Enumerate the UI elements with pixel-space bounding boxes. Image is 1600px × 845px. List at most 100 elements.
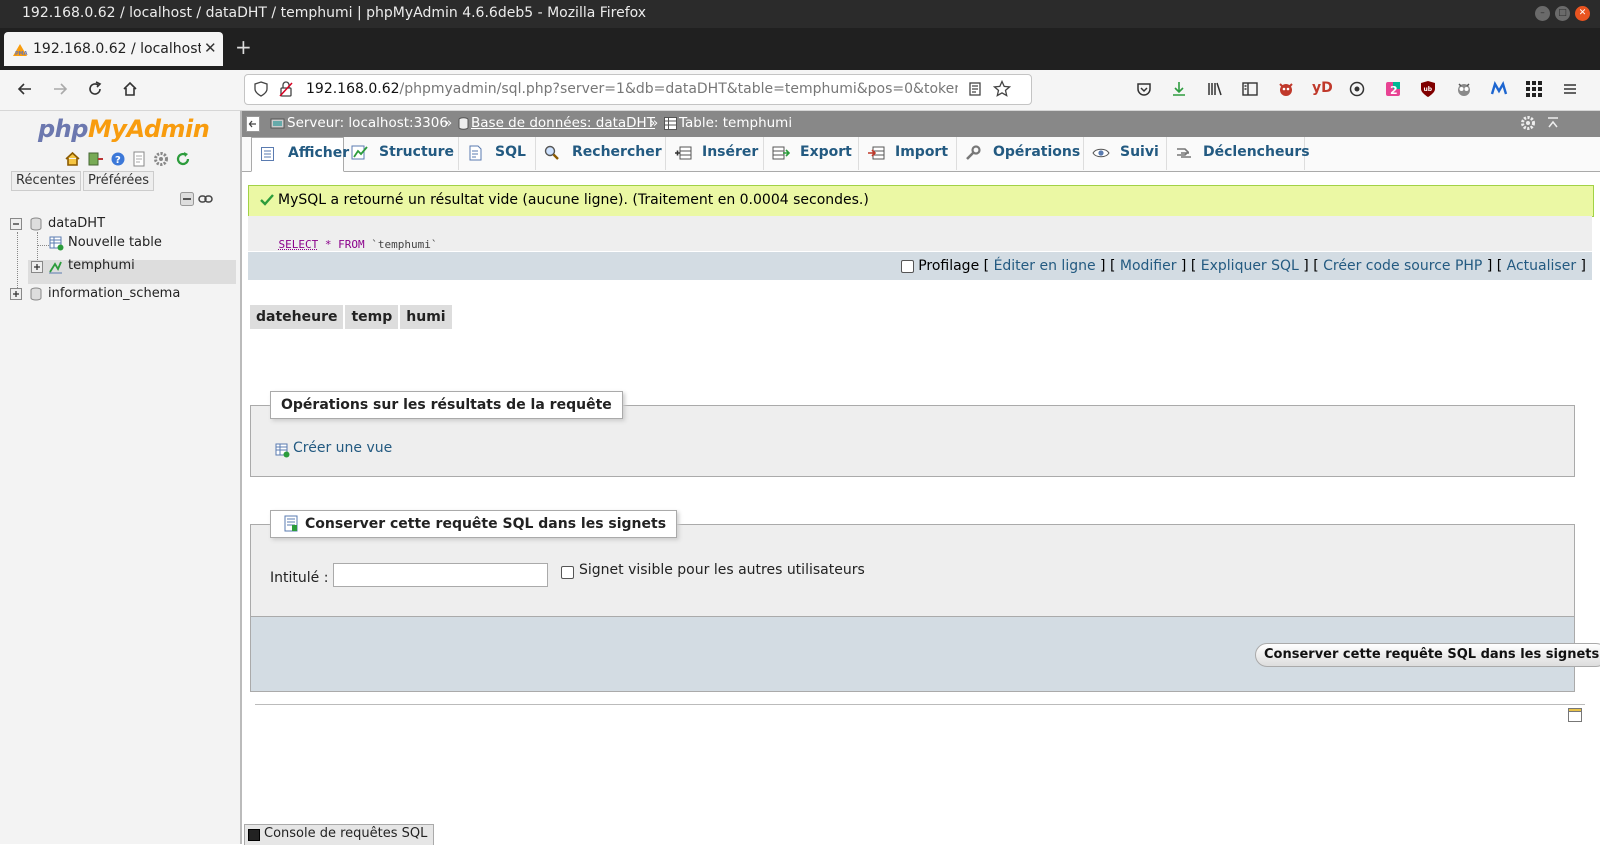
tab-operations[interactable]: Opérations <box>957 137 1084 170</box>
svg-text:ub: ub <box>1424 86 1433 93</box>
tab-inserer[interactable]: Insérer <box>666 137 764 170</box>
yd-extension-icon[interactable]: yD <box>1312 80 1333 96</box>
new-tab-icon[interactable]: + <box>235 35 252 59</box>
main-tabs: Afficher Structure SQL Rechercher Insére… <box>242 137 1600 172</box>
tab-export[interactable]: Export <box>764 137 859 170</box>
database-icon <box>458 117 469 130</box>
structure-icon <box>351 145 369 161</box>
browser-tab[interactable]: PMA 192.168.0.62 / localhost / dataDHT /… <box>4 32 223 66</box>
print-view-icon[interactable] <box>1568 708 1582 722</box>
minimize-icon[interactable]: – <box>1535 6 1550 21</box>
results-table: dateheure temp humi <box>248 305 452 329</box>
tab-afficher[interactable]: Afficher <box>251 137 344 172</box>
extension-circle-icon[interactable] <box>1348 80 1366 98</box>
tab-title: 192.168.0.62 / localhost / dataDHT / tem… <box>33 41 201 57</box>
tab-declencheurs[interactable]: Déclencheurs <box>1167 137 1305 170</box>
breadcrumb-table[interactable]: Table: temphumi <box>679 115 792 131</box>
hamburger-menu-icon[interactable] <box>1561 80 1579 98</box>
forward-icon[interactable] <box>51 80 69 98</box>
collapse-panel-arrow-icon[interactable] <box>246 116 260 132</box>
tab-label: Structure <box>379 144 454 160</box>
maximize-icon[interactable]: □ <box>1555 6 1570 21</box>
logo-php: php <box>38 115 88 143</box>
reload-icon[interactable] <box>86 80 104 98</box>
browser-tabbar: PMA 192.168.0.62 / localhost / dataDHT /… <box>0 28 1600 70</box>
logout-icon[interactable] <box>87 151 104 167</box>
bookmark-label-input[interactable] <box>333 563 548 587</box>
documentation-icon[interactable] <box>132 151 146 167</box>
edit-inline-link[interactable]: Éditer en ligne <box>994 258 1096 274</box>
sql-keyword-from: * FROM <box>318 238 371 251</box>
reader-view-icon[interactable] <box>967 81 983 97</box>
collapse-db-icon[interactable] <box>10 218 22 230</box>
sql-keyword-select[interactable]: SELECT <box>279 238 319 251</box>
table-structure-icon[interactable] <box>48 260 63 274</box>
collapse-all-icon[interactable] <box>180 192 194 206</box>
tab-import[interactable]: Import <box>859 137 957 170</box>
bookmark-visible-checkbox[interactable] <box>561 566 574 579</box>
bookmark-star-icon[interactable] <box>993 80 1011 98</box>
home-icon[interactable] <box>64 151 81 167</box>
profiling-label: Profilage <box>918 258 979 274</box>
tree-new-table[interactable]: Nouvelle table <box>68 235 162 250</box>
home-icon[interactable] <box>121 80 139 98</box>
create-php-code-link[interactable]: Créer code source PHP <box>1323 258 1482 274</box>
column-header-dateheure[interactable]: dateheure <box>249 305 344 329</box>
tab-label: Import <box>895 144 948 160</box>
insecure-lock-icon[interactable] <box>278 81 294 97</box>
favorite-tables-button[interactable]: Préférées <box>83 171 154 191</box>
breadcrumb: Serveur: localhost:3306 » Base de donnée… <box>242 111 1600 137</box>
url-bar[interactable]: 192.168.0.62/phpmyadmin/sql.php?server=1… <box>244 74 1032 105</box>
extension-m-icon[interactable] <box>1490 80 1508 98</box>
tab-sql[interactable]: SQL <box>459 137 536 170</box>
breadcrumb-database[interactable]: Base de données: dataDHT <box>471 115 655 131</box>
library-icon[interactable] <box>1206 80 1224 98</box>
tab-close-icon[interactable]: ✕ <box>204 39 217 57</box>
logo-myadmin: MyAdmin <box>88 115 209 143</box>
recent-tables-button[interactable]: Récentes <box>11 171 81 191</box>
tab-suivi[interactable]: Suivi <box>1084 137 1167 170</box>
create-view-link[interactable]: Créer une vue <box>293 440 392 456</box>
phpmyadmin-logo[interactable]: phpMyAdmin <box>38 115 209 143</box>
tree-table-temphumi[interactable]: temphumi <box>68 258 135 273</box>
query-actions-bar: Profilage [ Éditer en ligne ] [ Modifier… <box>248 252 1592 280</box>
link-with-main-panel-icon[interactable] <box>198 194 213 204</box>
help-icon[interactable]: ? <box>110 151 126 167</box>
close-window-icon[interactable]: ✕ <box>1575 6 1590 21</box>
explain-sql-link[interactable]: Expliquer SQL <box>1201 258 1299 274</box>
settings-gear-icon[interactable] <box>1520 115 1536 131</box>
ublock-icon[interactable]: ub <box>1419 80 1437 98</box>
extension-2-icon[interactable]: 2 <box>1384 80 1402 98</box>
extension-owl-icon[interactable] <box>1455 80 1473 98</box>
column-header-temp[interactable]: temp <box>344 305 399 329</box>
profiling-checkbox[interactable] <box>901 260 914 273</box>
database-icon <box>30 217 42 231</box>
column-header-humi[interactable]: humi <box>399 305 451 329</box>
tab-label: Rechercher <box>572 144 662 160</box>
sidebar-icon[interactable] <box>1241 80 1259 98</box>
tree-db-datadht[interactable]: dataDHT <box>48 216 105 231</box>
tab-rechercher[interactable]: Rechercher <box>536 137 666 170</box>
breadcrumb-server[interactable]: Serveur: localhost:3306 <box>287 115 448 131</box>
shield-icon[interactable] <box>253 81 269 97</box>
reload-navigation-icon[interactable] <box>175 151 191 167</box>
back-icon[interactable] <box>16 80 34 98</box>
collapse-top-icon[interactable] <box>1546 116 1560 130</box>
svg-text:2: 2 <box>1390 84 1398 97</box>
expand-db-icon[interactable] <box>10 288 22 300</box>
save-bookmark-button[interactable]: Conserver cette requête SQL dans les sig… <box>1255 643 1600 667</box>
console-icon <box>248 829 260 841</box>
pocket-icon[interactable] <box>1135 80 1153 98</box>
downloads-icon[interactable] <box>1170 80 1188 98</box>
modify-link[interactable]: Modifier <box>1120 258 1177 274</box>
apps-grid-icon[interactable] <box>1525 80 1543 98</box>
tree-db-information-schema[interactable]: information_schema <box>48 286 180 301</box>
svg-text:?: ? <box>115 155 121 166</box>
expand-table-icon[interactable] <box>31 261 43 273</box>
refresh-link[interactable]: Actualiser <box>1507 258 1576 274</box>
sql-console-toggle[interactable]: Console de requêtes SQL <box>244 824 434 845</box>
tab-structure[interactable]: Structure <box>343 137 459 170</box>
extension-fox-icon[interactable] <box>1277 80 1295 98</box>
settings-gear-icon[interactable] <box>153 151 169 167</box>
url-text[interactable]: 192.168.0.62/phpmyadmin/sql.php?server=1… <box>306 81 958 97</box>
